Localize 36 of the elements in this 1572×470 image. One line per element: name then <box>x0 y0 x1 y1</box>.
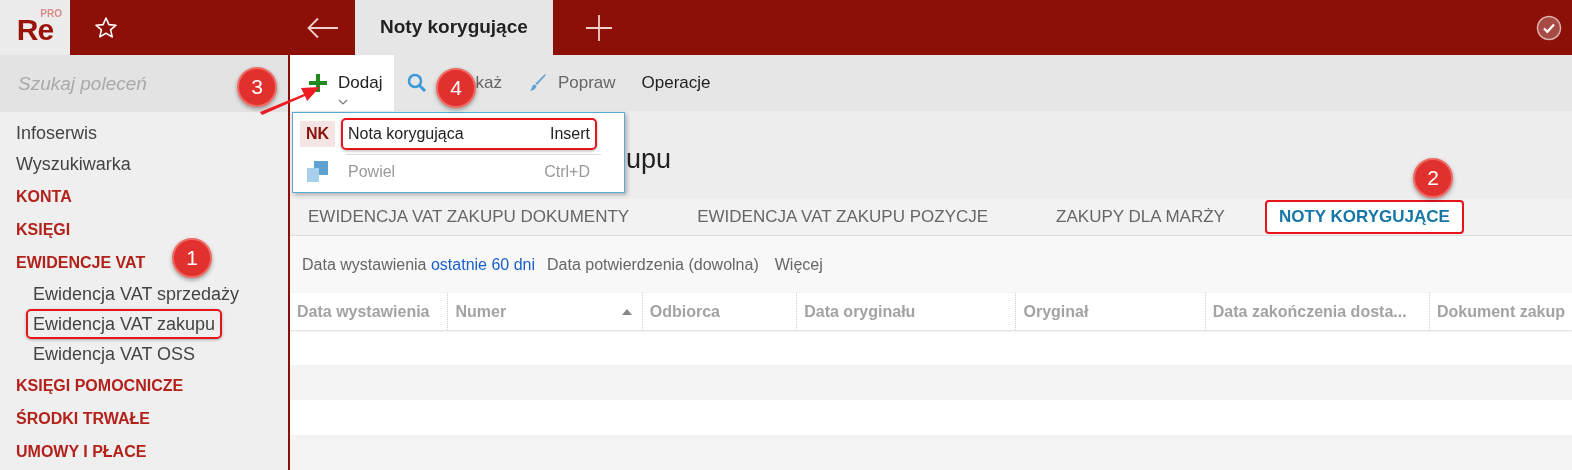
plus-icon[interactable] <box>585 14 612 41</box>
sidebar-section[interactable]: UMOWY I PŁACE <box>16 435 147 468</box>
logo: RePRO <box>0 0 70 55</box>
view-tab[interactable]: ZAKUPY DLA MARŻY <box>1042 199 1239 234</box>
plus-icon <box>308 73 328 94</box>
view-tab[interactable]: NOTY KORYGUJĄCE <box>1264 199 1464 234</box>
view-tab[interactable]: EWIDENCJA VAT ZAKUPU DOKUMENTY <box>294 199 644 234</box>
copy-icon <box>307 161 328 182</box>
document-tab[interactable]: Noty korygujące <box>355 0 553 55</box>
toolbar-button[interactable]: Dodaj <box>290 55 395 112</box>
toolbar-button[interactable]: Operacje <box>628 55 724 112</box>
sidebar-item[interactable]: Ewidencja VAT OSS <box>26 339 203 369</box>
search-field[interactable]: Szukaj poleceń <box>0 55 232 112</box>
toolbar-button[interactable]: Popraw <box>514 55 629 112</box>
sidebar-item[interactable]: Ewidencja VAT sprzedaży <box>26 279 247 309</box>
page-title: upu <box>626 144 672 175</box>
menu-item[interactable]: Nota korygująca Insert <box>341 117 597 150</box>
sidebar-section[interactable]: KSIĘGI POMOCNICZE <box>16 369 184 402</box>
check-circle-icon[interactable] <box>1536 14 1562 41</box>
brush-icon <box>527 73 548 94</box>
more-button[interactable]: Więcej <box>774 252 823 277</box>
sidebar-item[interactable]: Wyszukiwarka <box>16 149 288 180</box>
back-arrow-icon[interactable] <box>306 16 339 39</box>
chevron-down-icon <box>338 99 348 106</box>
sidebar-section[interactable]: KONTA <box>16 180 72 213</box>
view-tab[interactable]: EWIDENCJA VAT ZAKUPU POZYCJE <box>683 199 1003 234</box>
search-icon <box>407 73 428 94</box>
sidebar-section[interactable]: ŚRODKI TRWAŁE <box>16 402 150 435</box>
document-badge: NK <box>300 120 335 147</box>
sidebar-section[interactable]: EWIDENCJE VAT <box>16 246 146 279</box>
star-icon[interactable] <box>94 15 118 40</box>
sidebar-section[interactable]: KSIĘGI <box>16 213 71 246</box>
sidebar-item[interactable]: Ewidencja VAT zakupu <box>26 309 223 339</box>
filter-button[interactable]: Data wystawienia ostatnie 60 dni <box>302 252 536 277</box>
sidebar-item[interactable]: Infoserwis <box>16 118 288 149</box>
filter-button[interactable]: Data potwierdzenia (dowolna) <box>547 252 759 277</box>
